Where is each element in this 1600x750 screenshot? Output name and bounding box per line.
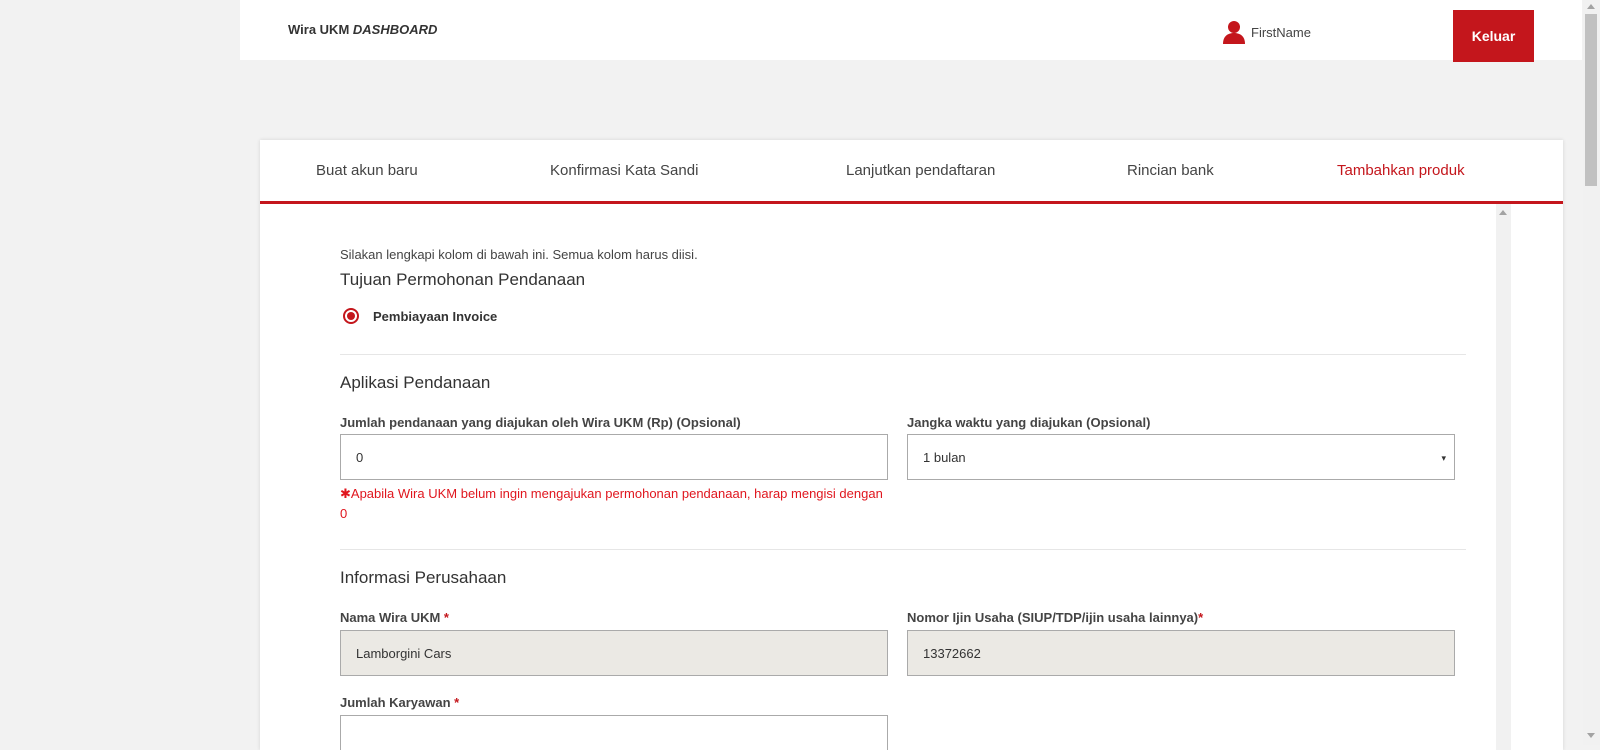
scroll-down-icon[interactable] [1587, 733, 1595, 738]
form-scrollbar[interactable] [1496, 204, 1511, 750]
business-license-label: Nomor Ijin Usaha (SIUP/TDP/ijin usaha la… [907, 610, 1203, 625]
registration-card: Buat akun baru Konfirmasi Kata Sandi Lan… [260, 140, 1563, 750]
scroll-up-icon[interactable] [1499, 210, 1507, 215]
tab-lanjutkan-pendaftaran[interactable]: Lanjutkan pendaftaran [846, 162, 995, 179]
company-name-input[interactable]: Lamborgini Cars [340, 630, 888, 676]
user-icon [1223, 21, 1245, 44]
funding-amount-value: 0 [356, 449, 364, 465]
user-name: FirstName [1251, 24, 1311, 40]
brand-suffix: DASHBOARD [352, 22, 438, 37]
chevron-down-icon: ▾ [1441, 453, 1446, 463]
tab-konfirmasi-kata-sandi[interactable]: Konfirmasi Kata Sandi [550, 162, 698, 179]
funding-section-title: Aplikasi Pendanaan [340, 373, 491, 392]
scrollbar-thumb[interactable] [1585, 14, 1597, 186]
invoice-financing-radio-option[interactable]: Pembiayaan Invoice [343, 308, 497, 324]
tab-tambahkan-produk[interactable]: Tambahkan produk [1337, 162, 1465, 179]
funding-amount-input[interactable]: 0 [340, 434, 888, 480]
step-tabs: Buat akun baru Konfirmasi Kata Sandi Lan… [260, 140, 1563, 204]
purpose-section-title: Tujuan Permohonan Pendanaan [340, 270, 586, 289]
business-license-value: 13372662 [923, 645, 981, 661]
invoice-financing-label: Pembiayaan Invoice [373, 308, 498, 324]
funding-amount-note-text: Apabila Wira UKM belum ingin mengajukan … [340, 486, 883, 521]
business-license-label-text: Nomor Ijin Usaha (SIUP/TDP/ijin usaha la… [907, 610, 1199, 625]
funding-amount-label: Jumlah pendanaan yang diajukan oleh Wira… [340, 415, 741, 430]
company-name-label: Nama Wira UKM * [340, 610, 449, 625]
required-mark: * [1198, 610, 1204, 625]
required-mark: * [443, 610, 449, 625]
funding-amount-note: ✱Apabila Wira UKM belum ingin mengajukan… [340, 484, 888, 524]
form-intro-text: Silakan lengkapi kolom di bawah ini. Sem… [340, 247, 698, 262]
user-menu[interactable]: FirstName [1223, 20, 1311, 44]
tab-rincian-bank[interactable]: Rincian bank [1127, 162, 1214, 179]
top-header-bar: Wira UKM DASHBOARD FirstName Keluar [240, 0, 1582, 62]
tab-buat-akun-baru[interactable]: Buat akun baru [316, 162, 418, 179]
funding-term-value: 1 bulan [923, 449, 966, 465]
brand-title: Wira UKM DASHBOARD [288, 22, 437, 37]
brand-prefix: Wira UKM [288, 22, 350, 37]
business-license-input[interactable]: 13372662 [907, 630, 1455, 676]
company-name-label-text: Nama Wira UKM [340, 610, 441, 625]
asterisk-icon: ✱ [340, 486, 351, 501]
company-name-value: Lamborgini Cars [356, 645, 452, 661]
required-mark: * [454, 695, 460, 710]
employee-count-label-text: Jumlah Karyawan [340, 695, 451, 710]
form-content: Silakan lengkapi kolom di bawah ini. Sem… [260, 204, 1496, 750]
section-divider [340, 354, 1466, 355]
funding-term-label: Jangka waktu yang diajukan (Opsional) [907, 415, 1151, 430]
logout-button[interactable]: Keluar [1453, 10, 1534, 62]
employee-count-label: Jumlah Karyawan * [340, 695, 459, 710]
radio-button-selected[interactable] [343, 308, 359, 324]
section-divider [340, 549, 1466, 550]
page-scrollbar[interactable] [1583, 0, 1600, 745]
scroll-up-icon[interactable] [1587, 4, 1595, 9]
radio-dot [347, 312, 355, 320]
company-section-title: Informasi Perusahaan [340, 568, 507, 587]
funding-term-select[interactable]: 1 bulan ▾ [907, 434, 1455, 480]
